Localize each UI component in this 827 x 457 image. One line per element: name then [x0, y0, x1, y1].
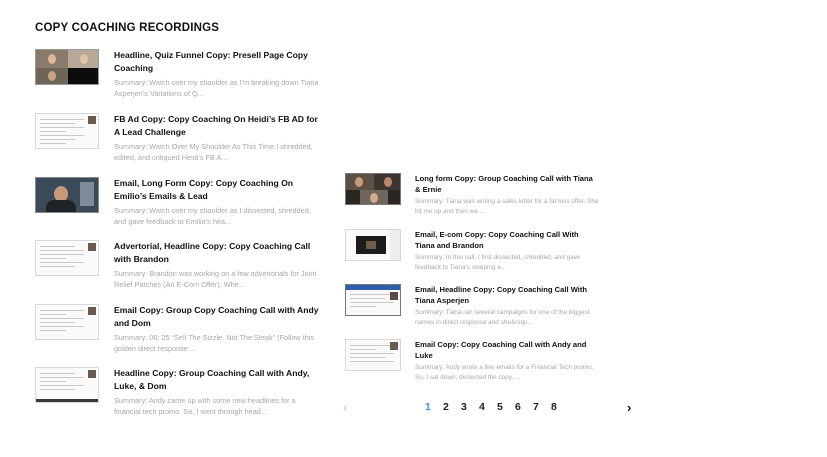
- video-call-icon: [346, 174, 400, 204]
- list-item[interactable]: Long form Copy: Group Coaching Call with…: [345, 173, 600, 217]
- document-icon: [40, 310, 84, 334]
- video-thumbnail[interactable]: [35, 177, 99, 213]
- item-summary: Summary: Brandon was working on a few ad…: [114, 269, 317, 290]
- item-title[interactable]: Long form Copy: Group Coaching Call with…: [415, 173, 600, 195]
- prev-page-chevron-icon[interactable]: ‹: [343, 401, 347, 414]
- page-numbers: 12345678: [425, 401, 569, 414]
- video-thumbnail[interactable]: [35, 113, 99, 149]
- page-link-4[interactable]: 4: [479, 401, 497, 414]
- video-thumbnail[interactable]: [345, 229, 401, 261]
- list-item[interactable]: Email, Headline Copy: Copy Coaching Call…: [345, 284, 600, 328]
- webcam-icon: [390, 292, 398, 300]
- page-link-7[interactable]: 7: [533, 401, 551, 414]
- list-item[interactable]: Headline Copy: Group Coaching Call with …: [35, 367, 324, 417]
- item-title[interactable]: Email, Long Form Copy: Copy Coaching On …: [114, 177, 324, 202]
- video-thumbnail[interactable]: [35, 304, 99, 340]
- item-title[interactable]: Email Copy: Group Copy Coaching Call wit…: [114, 304, 324, 329]
- item-title[interactable]: Email Copy: Copy Coaching Call with Andy…: [415, 339, 600, 361]
- item-summary: Summary: Tiana was writing a sales lette…: [415, 198, 599, 215]
- document-icon: [40, 373, 84, 393]
- video-call-icon: [36, 50, 98, 84]
- webcam-icon: [390, 342, 398, 350]
- page-link-6[interactable]: 6: [515, 401, 533, 414]
- video-thumbnail[interactable]: [35, 49, 99, 85]
- list-item[interactable]: Email, E-com Copy: Copy Coaching Call Wi…: [345, 229, 600, 273]
- page-link-5[interactable]: 5: [497, 401, 515, 414]
- document-icon: [40, 119, 84, 147]
- page-link-1[interactable]: 1: [425, 401, 443, 414]
- next-page-chevron-icon[interactable]: ›: [627, 401, 631, 414]
- video-thumbnail[interactable]: [35, 367, 99, 403]
- item-summary: Summary: Watch over my shoulder as I’m b…: [114, 78, 319, 99]
- item-title[interactable]: Headline, Quiz Funnel Copy: Presell Page…: [114, 49, 324, 74]
- list-item[interactable]: Email Copy: Group Copy Coaching Call wit…: [35, 304, 324, 354]
- item-summary: Summary: 06: 25 “Sell The Sizzle. Not Th…: [114, 333, 315, 354]
- item-summary: Summary: Watch over my shoulder as I dis…: [114, 206, 311, 227]
- list-item[interactable]: Headline, Quiz Funnel Copy: Presell Page…: [35, 49, 324, 99]
- webcam-icon: [88, 116, 96, 124]
- document-icon: [350, 294, 394, 310]
- video-thumbnail[interactable]: [345, 339, 401, 371]
- list-item[interactable]: Email Copy: Copy Coaching Call with Andy…: [345, 339, 600, 383]
- video-thumbnail[interactable]: [345, 173, 401, 205]
- item-title[interactable]: Headline Copy: Group Coaching Call with …: [114, 367, 324, 392]
- video-thumbnail[interactable]: [345, 284, 401, 316]
- item-title[interactable]: Advertorial, Headline Copy: Copy Coachin…: [114, 240, 324, 265]
- item-summary: Summary: Andy came up with some new head…: [114, 396, 296, 417]
- page-link-2[interactable]: 2: [443, 401, 461, 414]
- pagination: ‹ 12345678 ›: [343, 401, 643, 415]
- section-title: COPY COACHING RECORDINGS: [35, 22, 220, 34]
- item-title[interactable]: Email, Headline Copy: Copy Coaching Call…: [415, 284, 600, 306]
- webcam-icon: [88, 307, 96, 315]
- webcam-icon: [88, 370, 96, 378]
- item-summary: Summary: Tiana ran several campaigns for…: [415, 309, 590, 326]
- video-thumbnail[interactable]: [35, 240, 99, 276]
- item-title[interactable]: FB Ad Copy: Copy Coaching On Heidi’s FB …: [114, 113, 324, 138]
- item-title[interactable]: Email, E-com Copy: Copy Coaching Call Wi…: [415, 229, 600, 251]
- page-link-3[interactable]: 3: [461, 401, 479, 414]
- document-icon: [350, 345, 394, 365]
- item-summary: Summary: In this call, I first dissected…: [415, 254, 581, 271]
- document-icon: [40, 246, 84, 270]
- page-link-8[interactable]: 8: [551, 401, 569, 414]
- list-item[interactable]: Email, Long Form Copy: Copy Coaching On …: [35, 177, 324, 227]
- list-item[interactable]: Advertorial, Headline Copy: Copy Coachin…: [35, 240, 324, 290]
- item-summary: Summary: Watch Over My Shoulder As This …: [114, 142, 313, 163]
- list-item[interactable]: FB Ad Copy: Copy Coaching On Heidi’s FB …: [35, 113, 324, 163]
- item-summary: Summary: Andy wrote a few emails for a F…: [415, 364, 594, 381]
- webcam-icon: [88, 243, 96, 251]
